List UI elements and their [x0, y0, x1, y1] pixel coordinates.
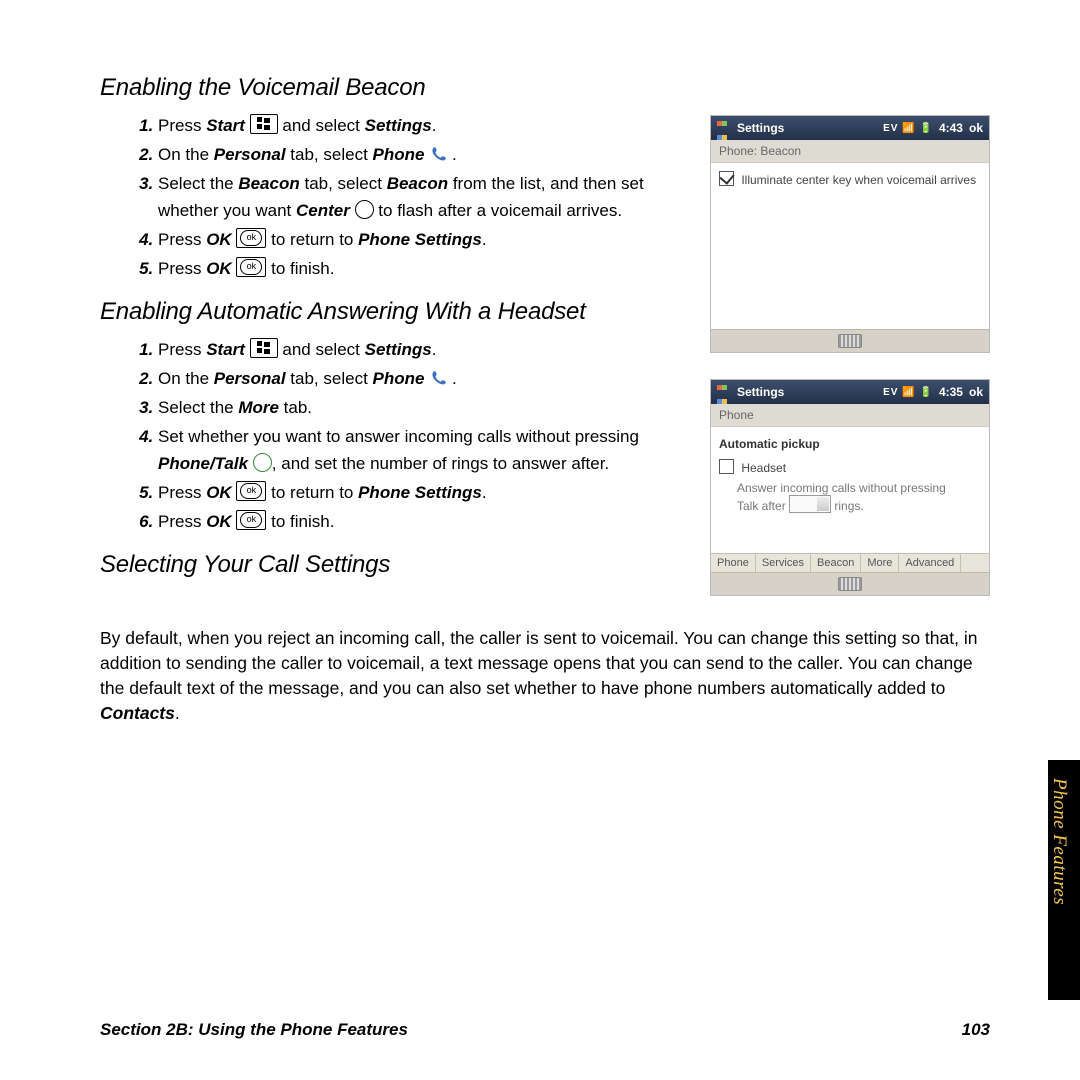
- main-text-column: Enabling the Voicemail Beacon Press Star…: [100, 60, 685, 589]
- windows-flag-icon: [717, 385, 731, 399]
- checkbox-headset[interactable]: [719, 459, 734, 474]
- titlebar-title: Settings: [737, 121, 784, 135]
- titlebar-time: 4:35: [939, 385, 963, 399]
- checkbox-label: Illuminate center key when voicemail arr…: [741, 173, 976, 187]
- ok-key-icon: [236, 257, 266, 277]
- step: Select the Beacon tab, select Beacon fro…: [158, 170, 685, 224]
- titlebar: Settings EV 📶 🔋 4:43 ok: [711, 116, 989, 140]
- step: On the Personal tab, select Phone .: [158, 365, 685, 392]
- subtitle-bar: Phone: Beacon: [711, 140, 989, 163]
- soft-key-bar: [711, 572, 989, 595]
- phone-icon: [429, 369, 447, 389]
- start-key-icon: [250, 114, 278, 134]
- titlebar-title: Settings: [737, 385, 784, 399]
- screenshot-auto-pickup: Settings EV 📶 🔋 4:35 ok Phone Automatic …: [710, 379, 990, 596]
- step: Press OK to finish.: [158, 508, 685, 535]
- step: Press OK to return to Phone Settings.: [158, 226, 685, 253]
- steps-auto-answer: Press Start and select Settings. On the …: [100, 336, 685, 535]
- tab-advanced[interactable]: Advanced: [899, 554, 961, 572]
- status-icons: EV 📶 🔋: [883, 387, 933, 398]
- subtitle-bar: Phone: [711, 404, 989, 427]
- ok-key-icon: [236, 228, 266, 248]
- screenshot-column: Settings EV 📶 🔋 4:43 ok Phone: Beacon Il…: [710, 115, 990, 622]
- heading-auto-answer: Enabling Automatic Answering With a Head…: [100, 298, 685, 326]
- answer-text: Answer incoming calls without pressing: [737, 481, 981, 495]
- tab-services[interactable]: Services: [756, 554, 811, 572]
- thumb-tab: Phone Features: [1048, 760, 1080, 1000]
- step: Set whether you want to answer incoming …: [158, 423, 685, 477]
- tab-phone[interactable]: Phone: [711, 554, 756, 572]
- page-footer: Section 2B: Using the Phone Features 103: [100, 1020, 990, 1040]
- phone-icon: [429, 145, 447, 165]
- step: Press Start and select Settings.: [158, 112, 685, 139]
- heading-voicemail-beacon: Enabling the Voicemail Beacon: [100, 74, 685, 102]
- talk-key-icon: [253, 453, 272, 472]
- footer-page-number: 103: [962, 1020, 990, 1040]
- heading-call-settings: Selecting Your Call Settings: [100, 551, 685, 579]
- checkbox-illuminate[interactable]: [719, 171, 734, 186]
- call-settings-paragraph: By default, when you reject an incoming …: [100, 626, 985, 726]
- keyboard-icon[interactable]: [838, 334, 862, 348]
- screenshot-beacon: Settings EV 📶 🔋 4:43 ok Phone: Beacon Il…: [710, 115, 990, 353]
- step: Select the More tab.: [158, 394, 685, 421]
- titlebar-ok[interactable]: ok: [969, 385, 983, 399]
- step: Press OK to return to Phone Settings.: [158, 479, 685, 506]
- rings-dropdown[interactable]: [789, 495, 831, 513]
- steps-voicemail-beacon: Press Start and select Settings. On the …: [100, 112, 685, 282]
- tab-beacon[interactable]: Beacon: [811, 554, 861, 572]
- titlebar-ok[interactable]: ok: [969, 121, 983, 135]
- titlebar: Settings EV 📶 🔋 4:35 ok: [711, 380, 989, 404]
- ok-key-icon: [236, 481, 266, 501]
- tab-strip: Phone Services Beacon More Advanced: [711, 553, 989, 572]
- status-icons: EV 📶 🔋: [883, 123, 933, 134]
- checkbox-label: Headset: [741, 461, 786, 475]
- step: Press OK to finish.: [158, 255, 685, 282]
- keyboard-icon[interactable]: [838, 577, 862, 591]
- ok-key-icon: [236, 510, 266, 530]
- step: On the Personal tab, select Phone .: [158, 141, 685, 168]
- step: Press Start and select Settings.: [158, 336, 685, 363]
- soft-key-bar: [711, 329, 989, 352]
- talk-after-label: Talk after: [737, 499, 786, 513]
- titlebar-time: 4:43: [939, 121, 963, 135]
- thumb-tab-label: Phone Features: [1048, 760, 1075, 905]
- tab-more[interactable]: More: [861, 554, 899, 572]
- footer-section: Section 2B: Using the Phone Features: [100, 1020, 408, 1040]
- start-key-icon: [250, 338, 278, 358]
- windows-flag-icon: [717, 121, 731, 135]
- rings-label: rings.: [834, 499, 863, 513]
- center-key-icon: [355, 200, 374, 219]
- section-title: Automatic pickup: [719, 437, 981, 451]
